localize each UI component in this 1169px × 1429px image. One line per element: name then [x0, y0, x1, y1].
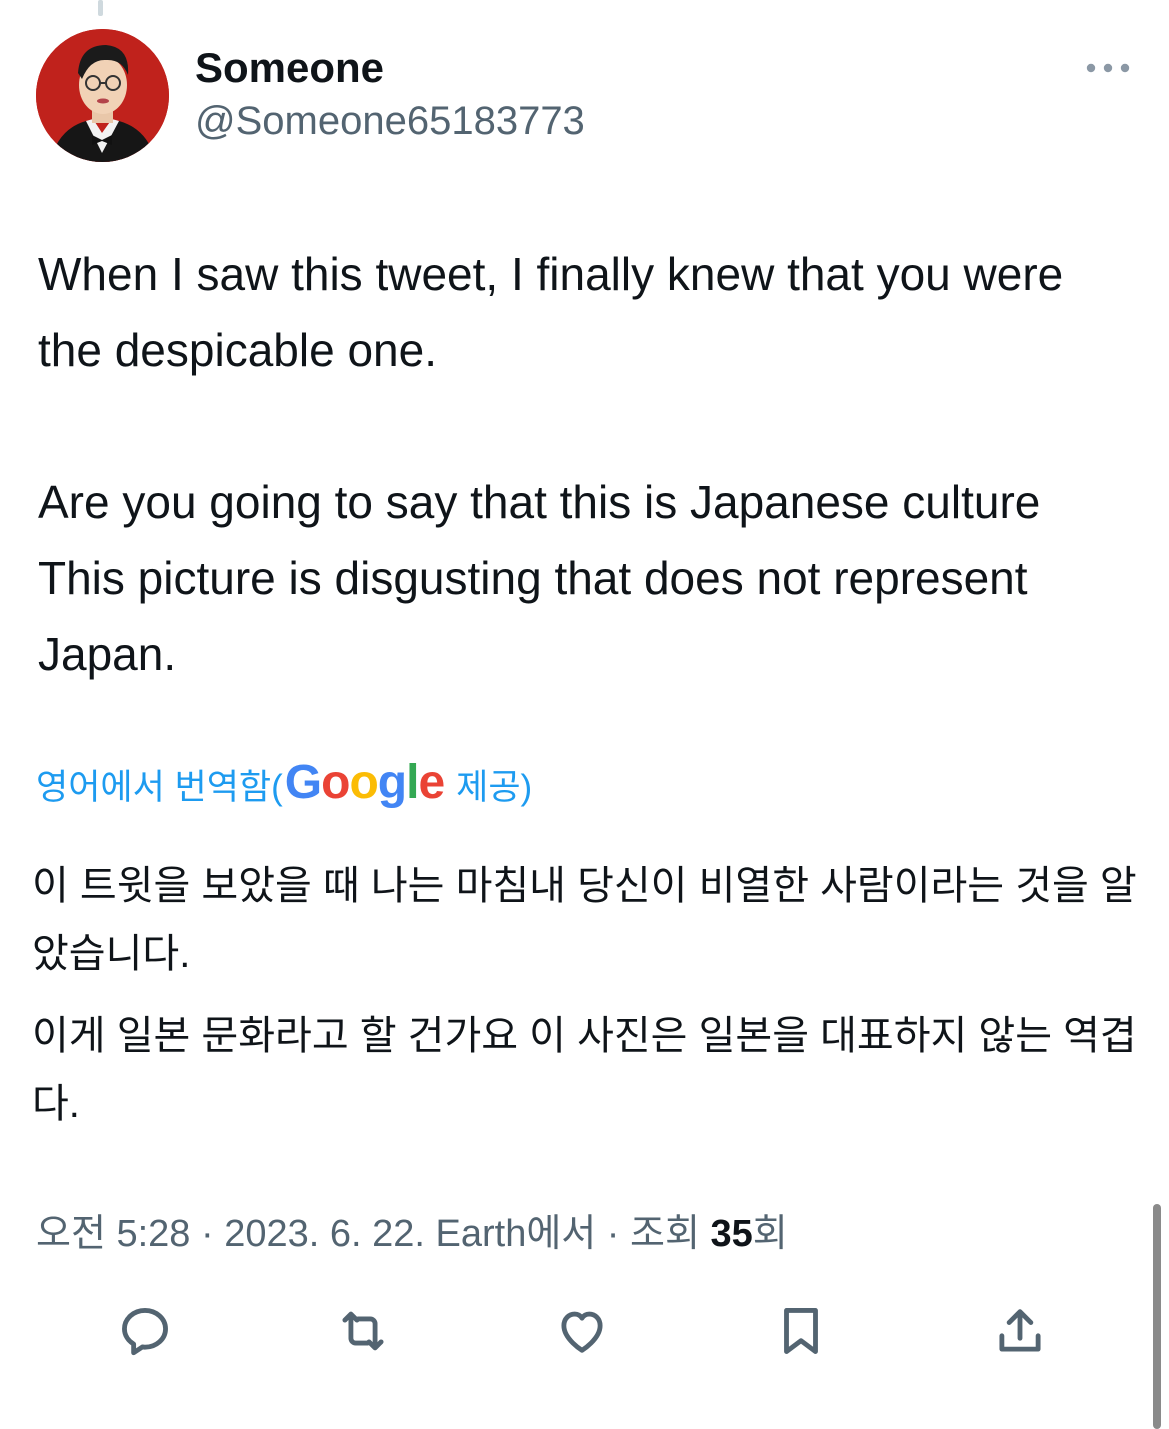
thread-connector-line	[98, 0, 103, 16]
tweet-paragraph: Are you going to say that this is Japane…	[38, 476, 1041, 680]
views-suffix: 회	[752, 1213, 788, 1255]
translated-paragraph: 이 트윗을 보았을 때 나는 마침내 당신이 비열한 사람이라는 것을 알았습니…	[32, 864, 1137, 976]
views-count: 35	[710, 1213, 753, 1255]
tweet-time[interactable]: 오전 5:28	[36, 1213, 190, 1255]
retweet-icon	[342, 1311, 384, 1351]
google-logo: Google	[284, 756, 445, 809]
more-options-button[interactable]	[1080, 52, 1136, 84]
translation-label-prefix: 영어에서 번역함(	[36, 768, 283, 807]
more-dots-icon	[1086, 63, 1130, 73]
author-handle[interactable]: @Someone65183773	[195, 99, 585, 144]
heart-icon	[561, 1311, 603, 1353]
tweet-metadata: 오전 5:28 · 2023. 6. 22. Earth에서 · 조회 35회	[36, 1213, 788, 1255]
tweet-action-bar	[0, 1296, 1169, 1366]
translated-paragraph: 이게 일본 문화라고 할 건가요 이 사진은 일본을 대표하지 않는 역겹다.	[32, 1014, 1137, 1126]
translation-label-suffix: 제공)	[456, 768, 533, 807]
retweet-button[interactable]	[328, 1296, 398, 1366]
translation-attribution-link[interactable]: 영어에서 번역함( Google 제공)	[36, 756, 533, 812]
views-label: 조회	[630, 1213, 711, 1255]
share-icon	[999, 1309, 1041, 1352]
reply-button[interactable]	[110, 1296, 180, 1366]
tweet-date-source[interactable]: 2023. 6. 22. Earth에서	[224, 1213, 596, 1255]
author-display-name[interactable]: Someone	[195, 44, 384, 92]
translated-text: 이 트윗을 보았을 때 나는 마침내 당신이 비열한 사람이라는 것을 알았습니…	[32, 852, 1142, 1138]
bookmark-button[interactable]	[766, 1296, 836, 1366]
bookmark-icon	[784, 1308, 818, 1354]
avatar[interactable]	[36, 29, 169, 162]
scrollbar[interactable]	[1153, 1204, 1161, 1429]
tweet-paragraph: When I saw this tweet, I finally knew th…	[38, 248, 1064, 376]
reply-icon	[122, 1308, 168, 1356]
like-button[interactable]	[547, 1296, 617, 1366]
tweet-detail-page: Someone @Someone65183773 When I saw this…	[0, 0, 1169, 1429]
tweet-text: When I saw this tweet, I finally knew th…	[38, 236, 1138, 692]
share-button[interactable]	[985, 1296, 1055, 1366]
